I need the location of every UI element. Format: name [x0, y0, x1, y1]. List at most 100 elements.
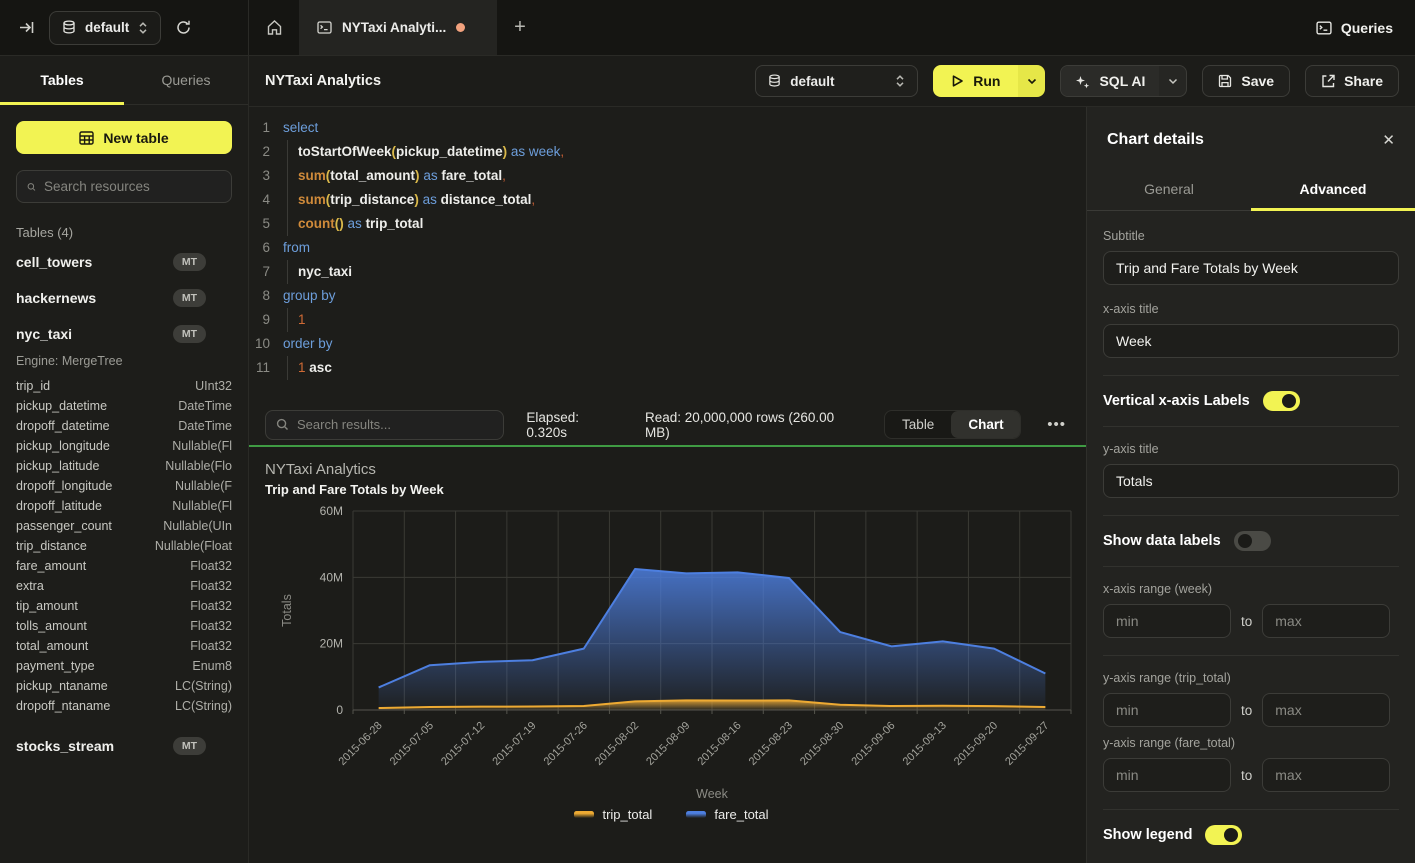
- column-row: dropoff_datetimeDateTime: [16, 416, 232, 436]
- search-icon: [27, 180, 36, 194]
- column-type: LC(String): [175, 676, 232, 696]
- run-options-button[interactable]: [1018, 65, 1045, 97]
- sparkles-icon: [1075, 74, 1090, 89]
- column-row: total_amount Float32: [16, 636, 232, 656]
- sidebar-tab-queries[interactable]: Queries: [124, 56, 248, 104]
- table-icon: [79, 131, 94, 145]
- new-tab-button[interactable]: +: [497, 0, 543, 55]
- svg-text:2015-09-13: 2015-09-13: [901, 720, 949, 768]
- xrange-min-input[interactable]: [1103, 604, 1231, 638]
- column-type: Float32: [190, 636, 232, 656]
- database-selector[interactable]: default: [49, 11, 161, 45]
- results-search[interactable]: [265, 410, 504, 440]
- sql-editor[interactable]: 1select2 toStartOfWeek(pickup_datetime) …: [249, 107, 1086, 402]
- column-name: extra: [16, 576, 44, 596]
- sidebar-search-input[interactable]: [44, 179, 221, 194]
- yaxis-title-label: y-axis title: [1103, 442, 1399, 456]
- table-row-nyc-taxi[interactable]: nyc_taxi MT: [16, 316, 232, 352]
- home-icon: [266, 19, 283, 36]
- column-type: Float32: [190, 556, 232, 576]
- yrange-trip-min-input[interactable]: [1103, 693, 1231, 727]
- table-row-cell_towers[interactable]: cell_towersMT: [16, 244, 232, 280]
- code-text: order by: [283, 332, 333, 356]
- line-number: 7: [249, 260, 283, 284]
- svg-text:2015-08-23: 2015-08-23: [747, 720, 795, 768]
- column-row: pickup_longitudeNullable(Fl: [16, 436, 232, 456]
- legend-item-trip_total[interactable]: trip_total: [574, 807, 652, 822]
- code-line: 10order by: [249, 332, 1086, 356]
- column-name: total_amount: [16, 636, 88, 656]
- table-row-hackernews[interactable]: hackernewsMT: [16, 280, 232, 316]
- results-search-input[interactable]: [297, 417, 493, 432]
- sql-ai-options-button[interactable]: [1159, 66, 1186, 96]
- sidebar-search[interactable]: [16, 170, 232, 203]
- vertical-labels-toggle[interactable]: [1263, 391, 1300, 411]
- column-name: dropoff_longitude: [16, 476, 112, 496]
- legend-item-fare_total[interactable]: fare_total: [686, 807, 768, 822]
- toolbar-database-value: default: [790, 74, 834, 89]
- terminal-icon: [317, 21, 332, 34]
- save-button[interactable]: Save: [1202, 65, 1290, 97]
- svg-text:2015-09-27: 2015-09-27: [1003, 720, 1051, 768]
- table-row-stocks_stream[interactable]: stocks_streamMT: [16, 728, 232, 764]
- table-name: cell_towers: [16, 254, 92, 270]
- new-table-button[interactable]: New table: [16, 121, 232, 154]
- column-row: pickup_latitude Nullable(Flo: [16, 456, 232, 476]
- view-chart-button[interactable]: Chart: [951, 411, 1020, 438]
- column-type: Nullable(Flo: [165, 456, 232, 476]
- view-table-button[interactable]: Table: [885, 411, 951, 438]
- tab-general[interactable]: General: [1087, 169, 1251, 210]
- tab-advanced[interactable]: Advanced: [1251, 169, 1415, 210]
- chart-details-panel: Chart details ✕ General Advanced Subtitl…: [1086, 107, 1415, 863]
- column-name: pickup_latitude: [16, 456, 99, 476]
- line-number: 1: [249, 116, 283, 140]
- column-name: dropoff_latitude: [16, 496, 102, 516]
- yrange-fare-min-input[interactable]: [1103, 758, 1231, 792]
- svg-text:0: 0: [336, 703, 343, 717]
- sidebar-tab-tables[interactable]: Tables: [0, 56, 124, 104]
- show-legend-toggle[interactable]: [1205, 825, 1242, 845]
- xaxis-title-input[interactable]: [1103, 324, 1399, 358]
- column-type: Nullable(F: [175, 476, 232, 496]
- more-options-icon[interactable]: •••: [1043, 416, 1070, 433]
- queries-button[interactable]: Queries: [1316, 20, 1393, 36]
- share-button[interactable]: Share: [1305, 65, 1399, 97]
- column-type: Nullable(UIn: [163, 516, 232, 536]
- database-icon: [768, 74, 781, 88]
- code-text: nyc_taxi: [283, 260, 352, 284]
- sql-ai-button[interactable]: SQL AI: [1061, 66, 1159, 96]
- tab-nytaxi-analytics[interactable]: NYTaxi Analyti...: [299, 0, 497, 55]
- collapse-sidebar-icon[interactable]: [18, 19, 35, 36]
- sql-ai-label: SQL AI: [1099, 73, 1145, 89]
- results-toolbar: Elapsed: 0.320s Read: 20,000,000 rows (2…: [249, 402, 1086, 447]
- home-button[interactable]: [249, 0, 299, 55]
- search-icon: [276, 418, 289, 431]
- yrange-trip-max-input[interactable]: [1262, 693, 1390, 727]
- subtitle-input[interactable]: [1103, 251, 1399, 285]
- chart-area: NYTaxi Analytics Trip and Fare Totals by…: [249, 447, 1086, 863]
- line-number: 4: [249, 188, 283, 212]
- refresh-icon[interactable]: [175, 19, 192, 36]
- code-line: 11 1 asc: [249, 356, 1086, 380]
- yaxis-title-input[interactable]: [1103, 464, 1399, 498]
- toolbar-database-selector[interactable]: default: [755, 65, 918, 97]
- code-line: 1select: [249, 116, 1086, 140]
- data-labels-toggle[interactable]: [1234, 531, 1271, 551]
- yrange-fare-max-input[interactable]: [1262, 758, 1390, 792]
- column-type: LC(String): [175, 696, 232, 716]
- table-name: hackernews: [16, 290, 96, 306]
- table-name: stocks_stream: [16, 738, 114, 754]
- xrange-max-input[interactable]: [1262, 604, 1390, 638]
- panel-body: Subtitle x-axis title Vertical x-axis La…: [1087, 211, 1415, 863]
- svg-text:2015-09-06: 2015-09-06: [849, 720, 897, 768]
- run-button[interactable]: Run: [933, 65, 1018, 97]
- svg-text:2015-08-30: 2015-08-30: [798, 720, 846, 768]
- yrange-trip-label: y-axis range (trip_total): [1103, 671, 1399, 685]
- svg-text:2015-07-05: 2015-07-05: [388, 720, 436, 768]
- column-type: DateTime: [178, 396, 232, 416]
- code-line: 7 nyc_taxi: [249, 260, 1086, 284]
- close-icon[interactable]: ✕: [1382, 131, 1395, 149]
- area-chart[interactable]: 020M40M60M2015-06-282015-07-052015-07-12…: [265, 503, 1078, 805]
- editor-column: 1select2 toStartOfWeek(pickup_datetime) …: [249, 107, 1086, 863]
- chevron-updown-icon: [138, 21, 148, 35]
